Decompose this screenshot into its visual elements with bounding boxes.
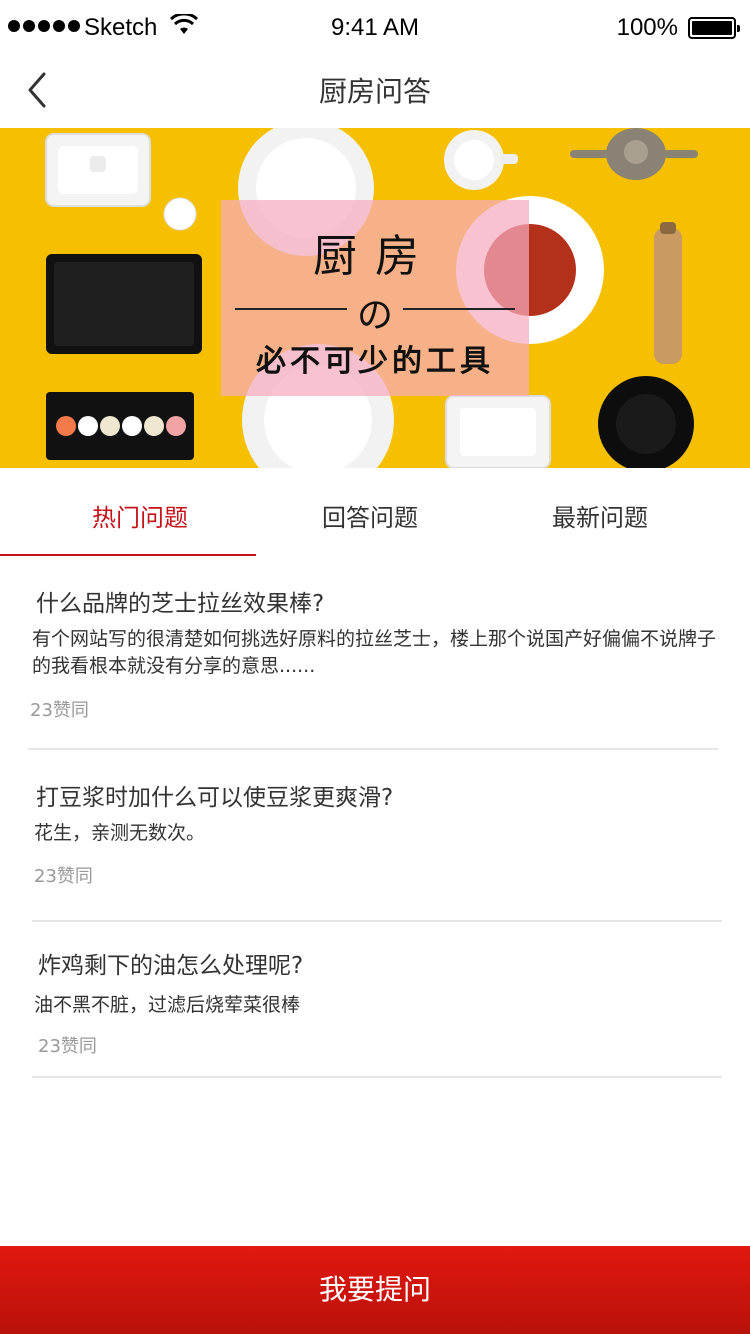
banner-title: 厨房 xyxy=(313,231,437,282)
question-answer-preview: 花生，亲测无数次。 xyxy=(34,822,206,844)
list-divider xyxy=(32,1076,722,1078)
banner-divider-right xyxy=(403,308,515,310)
battery-percentage: 100% xyxy=(616,14,678,41)
navigation-bar: 厨房问答 xyxy=(0,58,750,128)
question-answer-preview: 油不黑不脏，过滤后烧荤菜很棒 xyxy=(34,994,301,1016)
question-item-3[interactable]: 炸鸡剩下的油怎么处理呢? 油不黑不脏，过滤后烧荤菜很棒 23赞同 xyxy=(0,922,750,1078)
page-title: 厨房问答 xyxy=(318,75,431,108)
screen: Sketch 9:41 AM 100% 厨房问答 厨房 の 必不可少的工具 热门… xyxy=(0,0,750,1334)
tab-answer-questions[interactable]: 回答问题 xyxy=(322,498,418,533)
question-item-1[interactable]: 什么品牌的芝士拉丝效果棒? 有个网站写的很清楚如何挑选好原料的拉丝芝士，楼上那个… xyxy=(0,556,750,750)
ask-question-button[interactable]: 我要提问 xyxy=(0,1246,750,1334)
tab-hot-questions[interactable]: 热门问题 xyxy=(92,498,188,533)
question-item-2[interactable]: 打豆浆时加什么可以使豆浆更爽滑? 花生，亲测无数次。 23赞同 xyxy=(0,750,750,922)
question-likes: 23赞同 xyxy=(30,700,89,721)
question-title: 打豆浆时加什么可以使豆浆更爽滑? xyxy=(36,785,394,811)
question-answer-preview: 有个网站写的很清楚如何挑选好原料的拉丝芝士，楼上那个说国产好偏偏不说牌子的我看根… xyxy=(32,628,717,677)
question-tabs: 热门问题 回答问题 最新问题 xyxy=(0,468,750,556)
banner-connector: の xyxy=(356,295,393,336)
status-bar: Sketch 9:41 AM 100% xyxy=(0,0,750,58)
banner-title-card: 厨房 の 必不可少的工具 xyxy=(221,200,529,396)
question-title: 什么品牌的芝士拉丝效果棒? xyxy=(36,591,325,617)
question-likes: 23赞同 xyxy=(34,866,93,887)
battery-icon xyxy=(688,17,740,39)
banner[interactable]: 厨房 の 必不可少的工具 xyxy=(0,128,750,468)
question-title: 炸鸡剩下的油怎么处理呢? xyxy=(38,953,304,979)
question-likes: 23赞同 xyxy=(38,1036,97,1057)
banner-subtitle: 必不可少的工具 xyxy=(256,344,494,379)
tab-latest-questions[interactable]: 最新问题 xyxy=(552,498,648,533)
